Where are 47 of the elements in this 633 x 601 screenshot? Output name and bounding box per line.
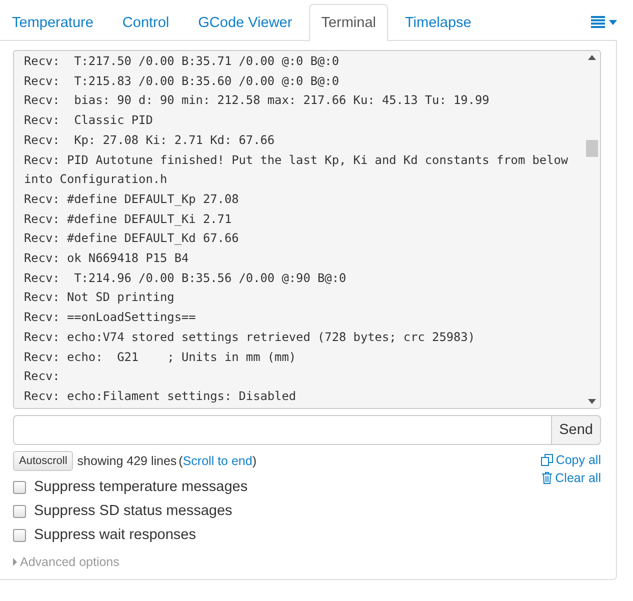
copy-all-link[interactable]: Copy all (540, 453, 601, 467)
menu-icon (591, 16, 605, 28)
scroll-to-end-link[interactable]: Scroll to end (182, 454, 252, 468)
log-line: Recv: T:215.83 /0.00 B:35.60 /0.00 @:0 B@:0 (24, 72, 340, 90)
tab[interactable]: GCode Viewer (186, 4, 304, 40)
scroll-thumb[interactable] (586, 140, 598, 157)
log-line: Recv: bias: 90 d: 90 min: 212.58 max: 217.66 Ku: 45.13 Tu: 19.99 (24, 92, 490, 110)
log-line: Recv: Classic PID (24, 112, 154, 130)
paren: ( (178, 454, 183, 468)
log-line: Recv: PID Autotune finished! Put the last Kp, Ki and Kd constants from below into Configuration.h (24, 152, 570, 188)
line-count: showing 429 lines (77, 454, 177, 468)
log-line: Recv: echo:V74 stored settings retrieved (728 bytes; crc 25983) (24, 328, 476, 346)
scroll-up-icon (588, 55, 596, 60)
checkbox[interactable] (13, 480, 26, 494)
log-line: Recv: #define DEFAULT_Ki 2.71 (24, 210, 233, 228)
paren: ) (252, 454, 256, 468)
checkbox-label: Suppress temperature messages (34, 479, 248, 495)
log-line: Recv: ==onLoadSettings== (24, 309, 197, 326)
log-line: Recv: ok N669418 P15 B4 (24, 250, 190, 268)
log-line: Recv: T:214.96 /0.00 B:35.56 /0.00 @:90 B@:0 (24, 270, 348, 287)
scroll-down-icon (588, 399, 596, 404)
checkbox-label: Suppress SD status messages (34, 503, 232, 519)
tab[interactable]: Timelapse (392, 4, 484, 40)
advanced-options-link[interactable]: Advanced options (20, 555, 120, 569)
send-button[interactable]: Send (552, 415, 601, 445)
log-line: Recv: echo:Filament settings: Disabled (24, 388, 298, 405)
log-line: Recv: #define DEFAULT_Kp 27.08 (24, 190, 240, 208)
copy-icon (540, 454, 553, 466)
log-line: Recv: T:217.50 /0.00 B:35.71 /0.00 @:0 B@:0 (24, 53, 340, 70)
log-line: Recv: Not SD printing (24, 289, 176, 306)
log-line: Recv: #define DEFAULT_Kd 67.66 (24, 230, 240, 248)
command-input[interactable] (13, 415, 552, 445)
tab[interactable]: Control (110, 4, 182, 40)
log-line: Recv: echo: G21 ; Units in mm (mm) (24, 348, 298, 366)
menu-button[interactable] (591, 16, 617, 28)
tab[interactable]: Temperature (0, 4, 106, 40)
caret-icon (13, 558, 17, 566)
caret-icon (609, 20, 617, 24)
checkbox[interactable] (13, 504, 26, 518)
checkbox-label: Suppress wait responses (34, 527, 196, 543)
autoscroll-button[interactable]: Autoscroll (13, 451, 74, 471)
log-line: Recv: (24, 368, 61, 386)
clear-all-link[interactable]: Clear all (542, 471, 601, 485)
log-line: Recv: Kp: 27.08 Ki: 2.71 Kd: 67.66 (24, 132, 276, 149)
tab[interactable]: Terminal (309, 4, 388, 41)
checkbox[interactable] (13, 528, 26, 542)
trash-icon (542, 472, 552, 484)
